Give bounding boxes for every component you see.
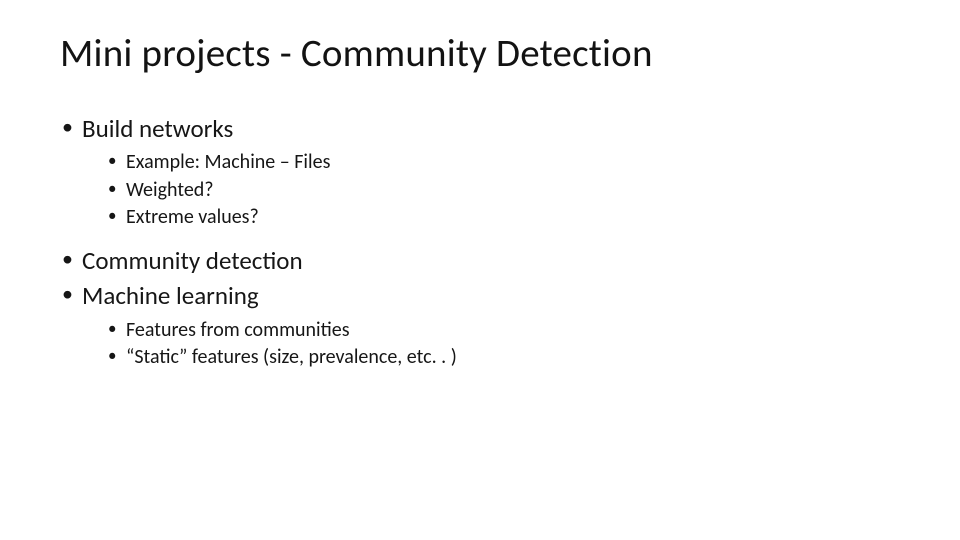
list-item: Machine learning Features from communiti… xyxy=(60,280,900,370)
bullet-list-level-2: Example: Machine – Files Weighted? Extre… xyxy=(82,150,900,231)
bullet-text: Build networks xyxy=(82,113,233,144)
bullet-list-level-1: Build networks Example: Machine – Files … xyxy=(60,113,900,371)
list-item: Community detection xyxy=(60,245,900,276)
list-item: Example: Machine – Files xyxy=(108,150,900,176)
list-item: Build networks Example: Machine – Files … xyxy=(60,113,900,231)
bullet-text: Community detection xyxy=(82,245,303,276)
slide: Mini projects - Community Detection Buil… xyxy=(0,0,960,425)
bullet-text: Extreme values? xyxy=(126,205,259,229)
slide-title: Mini projects - Community Detection xyxy=(60,30,900,77)
list-item: Features from communities xyxy=(108,318,900,344)
bullet-text: “Static” features (size, prevalence, etc… xyxy=(126,345,457,369)
bullet-text: Machine learning xyxy=(82,280,259,311)
list-item: “Static” features (size, prevalence, etc… xyxy=(108,345,900,371)
list-item: Weighted? xyxy=(108,178,900,204)
bullet-text: Features from communities xyxy=(126,318,350,342)
bullet-text: Example: Machine – Files xyxy=(126,150,330,174)
bullet-text: Weighted? xyxy=(126,178,214,202)
list-item: Extreme values? xyxy=(108,205,900,231)
bullet-list-level-2: Features from communities “Static” featu… xyxy=(82,318,900,371)
